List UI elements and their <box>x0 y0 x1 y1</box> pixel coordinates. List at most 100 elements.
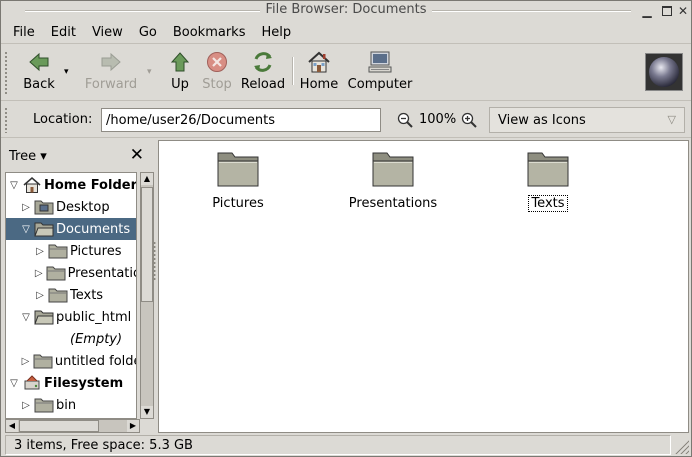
up-button[interactable]: Up <box>167 49 193 97</box>
up-arrow-icon <box>167 49 193 75</box>
menu-view[interactable]: View <box>84 25 131 40</box>
menu-help[interactable]: Help <box>253 25 299 40</box>
tree-item-label: Pictures <box>70 243 122 259</box>
location-label: Location: <box>33 112 93 127</box>
pane-resize-handle[interactable] <box>152 141 157 433</box>
location-bar-handle[interactable] <box>4 107 8 133</box>
tree-item-label: untitled folder <box>54 353 136 369</box>
tree-item-pictures[interactable]: ▷ Pictures <box>6 240 136 262</box>
reload-button[interactable]: Reload <box>239 49 287 97</box>
tree-item-label: Documents <box>56 221 131 237</box>
file-item-presentations[interactable]: Presentations <box>333 149 453 211</box>
computer-icon <box>367 49 393 75</box>
expander-icon[interactable]: ▽ <box>20 312 32 323</box>
forward-button[interactable]: Forward <box>83 49 139 97</box>
filesystem-icon <box>22 375 42 391</box>
sidebar-close-icon[interactable]: ✕ <box>130 145 144 165</box>
scrollbar-thumb[interactable] <box>19 420 99 432</box>
folder-open-icon <box>34 309 54 325</box>
tree-item-label: bin <box>56 397 77 413</box>
stop-icon <box>204 49 230 75</box>
file-item-pictures[interactable]: Pictures <box>178 149 298 211</box>
folder-icon <box>34 397 54 413</box>
close-icon[interactable]: ✕ <box>675 3 691 19</box>
view-as-select[interactable]: View as Icons ▽ <box>489 107 685 133</box>
tree-item-filesystem[interactable]: ▽ Filesystem <box>6 372 136 394</box>
expander-icon[interactable]: ▽ <box>8 180 20 191</box>
tree-horizontal-scrollbar[interactable]: ◀ ▶ <box>5 419 140 433</box>
tree-view[interactable]: ▽ Home Folder ▷ Desktop ▽ Documents ▷ Pi… <box>5 172 137 419</box>
menu-go[interactable]: Go <box>131 25 165 40</box>
folder-icon <box>48 287 68 303</box>
tree-item-texts[interactable]: ▷ Texts <box>6 284 136 306</box>
sidebar-type-selector[interactable]: Tree ▾ <box>9 149 47 164</box>
window-title: File Browser: Documents <box>259 2 433 17</box>
resize-grip[interactable] <box>675 440 689 454</box>
file-item-label: Presentations <box>348 196 438 211</box>
desktop-folder-icon <box>34 199 54 215</box>
toolbar-separator <box>292 57 294 85</box>
folder-icon <box>526 149 570 189</box>
stop-button[interactable]: Stop <box>201 49 233 97</box>
back-history-dropdown[interactable]: ▾ <box>64 67 69 77</box>
tree-item-presentations[interactable]: ▷ Presentations <box>6 262 136 284</box>
scroll-right-icon[interactable]: ▶ <box>127 420 139 432</box>
tree-item-label: Texts <box>70 287 104 303</box>
status-text: 3 items, Free space: 5.3 GB <box>5 435 671 455</box>
tree-item-public-html[interactable]: ▽ public_html <box>6 306 136 328</box>
reload-icon <box>250 49 276 75</box>
toolbar: Back ▾ Forward ▾ Up Stop Reload Home Com… <box>1 45 691 101</box>
menu-edit[interactable]: Edit <box>43 25 84 40</box>
folder-icon <box>371 149 415 189</box>
view-as-label: View as Icons <box>498 113 586 128</box>
home-icon <box>22 177 42 193</box>
tree-item-empty: (Empty) <box>6 328 136 350</box>
location-input[interactable] <box>101 108 381 132</box>
expander-icon[interactable]: ▷ <box>20 202 32 213</box>
expander-icon[interactable]: ▷ <box>34 268 44 279</box>
title-bar[interactable]: File Browser: Documents ▁ ✕ <box>1 1 691 21</box>
tree-item-home-folder[interactable]: ▽ Home Folder <box>6 174 136 196</box>
zoom-in-icon[interactable] <box>461 112 477 128</box>
activity-throbber <box>645 53 683 91</box>
folder-icon <box>33 353 53 369</box>
back-label: Back <box>23 77 55 92</box>
tree-item-label: Desktop <box>56 199 110 215</box>
tree-item-label: Presentations <box>67 265 136 281</box>
folder-icon <box>46 265 66 281</box>
tree-item-desktop[interactable]: ▷ Desktop <box>6 196 136 218</box>
toolbar-handle[interactable] <box>4 51 8 95</box>
home-icon <box>306 49 332 75</box>
computer-button[interactable]: Computer <box>347 49 413 97</box>
reload-label: Reload <box>240 77 286 92</box>
folder-icon <box>48 243 68 259</box>
menu-bookmarks[interactable]: Bookmarks <box>165 25 254 40</box>
tree-item-documents[interactable]: ▽ Documents <box>6 218 136 240</box>
expander-icon[interactable]: ▽ <box>20 224 32 235</box>
sidebar-header: Tree ▾ ✕ <box>4 141 152 171</box>
expander-icon[interactable]: ▷ <box>34 290 46 301</box>
tree-item-label: (Empty) <box>70 331 123 347</box>
expander-icon[interactable]: ▷ <box>20 400 32 411</box>
expander-icon[interactable]: ▷ <box>20 356 31 367</box>
expander-icon[interactable]: ▽ <box>8 378 20 389</box>
zoom-out-icon[interactable] <box>397 112 413 128</box>
chevron-down-icon: ▽ <box>667 113 676 126</box>
tree-item-bin[interactable]: ▷ bin <box>6 394 136 416</box>
file-item-texts[interactable]: Texts <box>488 149 608 212</box>
forward-history-dropdown[interactable]: ▾ <box>147 67 152 77</box>
forward-arrow-icon <box>98 49 124 75</box>
sidebar: Tree ▾ ✕ ▽ Home Folder ▷ Desktop ▽ Docum… <box>4 141 154 433</box>
minimize-icon[interactable]: ▁ <box>639 3 655 19</box>
scroll-left-icon[interactable]: ◀ <box>6 420 18 432</box>
home-button[interactable]: Home <box>299 49 339 97</box>
back-arrow-icon <box>26 49 52 75</box>
expander-icon[interactable]: ▷ <box>34 246 46 257</box>
maximize-icon[interactable] <box>659 3 675 19</box>
file-item-label: Pictures <box>212 196 264 211</box>
back-button[interactable]: Back <box>19 49 59 97</box>
tree-item-untitled-folder[interactable]: ▷ untitled folder <box>6 350 136 372</box>
zoom-level[interactable]: 100% <box>419 112 456 127</box>
icon-view[interactable]: Pictures Presentations Texts <box>158 140 689 433</box>
menu-file[interactable]: File <box>5 25 43 40</box>
